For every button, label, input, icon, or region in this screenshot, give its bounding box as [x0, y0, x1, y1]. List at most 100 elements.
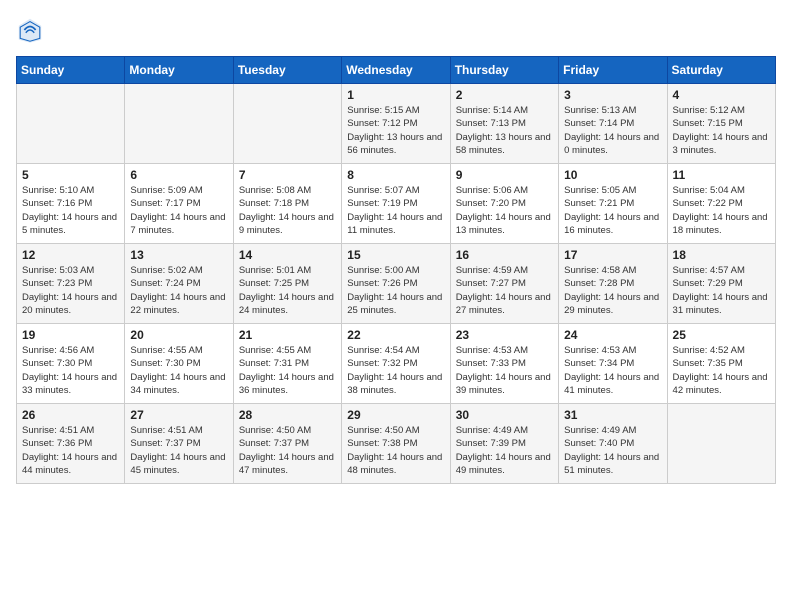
day-number: 1	[347, 88, 444, 102]
day-number: 7	[239, 168, 336, 182]
calendar-cell: 12Sunrise: 5:03 AMSunset: 7:23 PMDayligh…	[17, 244, 125, 324]
calendar-cell: 20Sunrise: 4:55 AMSunset: 7:30 PMDayligh…	[125, 324, 233, 404]
calendar-cell	[17, 84, 125, 164]
cell-info: Sunrise: 5:13 AMSunset: 7:14 PMDaylight:…	[564, 104, 661, 157]
calendar-cell: 4 Sunrise: 5:12 AMSunset: 7:15 PMDaylight…	[667, 84, 775, 164]
day-number: 13	[130, 248, 227, 262]
cell-info: Sunrise: 4:49 AMSunset: 7:40 PMDaylight:…	[564, 424, 661, 477]
calendar-cell: 28 Sunrise: 4:50 AMSunset: 7:37 PMDayligh…	[233, 404, 341, 484]
week-row-1: 1Sunrise: 5:15 AMSunset: 7:12 PMDaylight…	[17, 84, 776, 164]
calendar-cell: 1Sunrise: 5:15 AMSunset: 7:12 PMDaylight…	[342, 84, 450, 164]
day-number: 30	[456, 408, 553, 422]
day-header-monday: Monday	[125, 57, 233, 84]
logo	[16, 16, 48, 44]
calendar-table: SundayMondayTuesdayWednesdayThursdayFrid…	[16, 56, 776, 484]
day-header-friday: Friday	[559, 57, 667, 84]
day-number: 8	[347, 168, 444, 182]
cell-info: Sunrise: 5:03 AMSunset: 7:23 PMDaylight:…	[22, 264, 119, 317]
calendar-cell	[125, 84, 233, 164]
day-number: 28	[239, 408, 336, 422]
logo-icon	[16, 16, 44, 44]
day-header-sunday: Sunday	[17, 57, 125, 84]
cell-info: Sunrise: 4:51 AMSunset: 7:37 PMDaylight:…	[130, 424, 227, 477]
day-number: 18	[673, 248, 770, 262]
cell-info: Sunrise: 5:02 AMSunset: 7:24 PMDaylight:…	[130, 264, 227, 317]
calendar-cell: 2 Sunrise: 5:14 AMSunset: 7:13 PMDaylight…	[450, 84, 558, 164]
calendar-cell: 6 Sunrise: 5:09 AMSunset: 7:17 PMDaylight…	[125, 164, 233, 244]
calendar-cell: 8Sunrise: 5:07 AMSunset: 7:19 PMDaylight…	[342, 164, 450, 244]
cell-info: Sunrise: 5:01 AMSunset: 7:25 PMDaylight:…	[239, 264, 336, 317]
day-number: 2	[456, 88, 553, 102]
cell-info: Sunrise: 4:53 AMSunset: 7:33 PMDaylight:…	[456, 344, 553, 397]
day-number: 6	[130, 168, 227, 182]
calendar-cell: 9 Sunrise: 5:06 AMSunset: 7:20 PMDaylight…	[450, 164, 558, 244]
day-number: 10	[564, 168, 661, 182]
day-number: 5	[22, 168, 119, 182]
cell-info: Sunrise: 4:58 AMSunset: 7:28 PMDaylight:…	[564, 264, 661, 317]
day-number: 3	[564, 88, 661, 102]
day-number: 26	[22, 408, 119, 422]
calendar-cell: 3 Sunrise: 5:13 AMSunset: 7:14 PMDaylight…	[559, 84, 667, 164]
day-number: 4	[673, 88, 770, 102]
calendar-cell: 23Sunrise: 4:53 AMSunset: 7:33 PMDayligh…	[450, 324, 558, 404]
page-header	[16, 16, 776, 44]
calendar-cell	[233, 84, 341, 164]
week-row-2: 5 Sunrise: 5:10 AMSunset: 7:16 PMDaylight…	[17, 164, 776, 244]
cell-info: Sunrise: 4:49 AMSunset: 7:39 PMDaylight:…	[456, 424, 553, 477]
day-header-saturday: Saturday	[667, 57, 775, 84]
cell-info: Sunrise: 4:57 AMSunset: 7:29 PMDaylight:…	[673, 264, 770, 317]
cell-info: Sunrise: 5:04 AMSunset: 7:22 PMDaylight:…	[673, 184, 770, 237]
week-row-4: 19Sunrise: 4:56 AMSunset: 7:30 PMDayligh…	[17, 324, 776, 404]
calendar-cell: 17 Sunrise: 4:58 AMSunset: 7:28 PMDayligh…	[559, 244, 667, 324]
calendar-cell: 18 Sunrise: 4:57 AMSunset: 7:29 PMDayligh…	[667, 244, 775, 324]
header-row: SundayMondayTuesdayWednesdayThursdayFrid…	[17, 57, 776, 84]
day-number: 22	[347, 328, 444, 342]
week-row-5: 26Sunrise: 4:51 AMSunset: 7:36 PMDayligh…	[17, 404, 776, 484]
calendar-cell: 19Sunrise: 4:56 AMSunset: 7:30 PMDayligh…	[17, 324, 125, 404]
day-number: 11	[673, 168, 770, 182]
calendar-cell: 24 Sunrise: 4:53 AMSunset: 7:34 PMDayligh…	[559, 324, 667, 404]
calendar-cell: 14 Sunrise: 5:01 AMSunset: 7:25 PMDayligh…	[233, 244, 341, 324]
cell-info: Sunrise: 5:06 AMSunset: 7:20 PMDaylight:…	[456, 184, 553, 237]
day-number: 25	[673, 328, 770, 342]
calendar-cell: 21 Sunrise: 4:55 AMSunset: 7:31 PMDayligh…	[233, 324, 341, 404]
day-number: 24	[564, 328, 661, 342]
cell-info: Sunrise: 5:10 AMSunset: 7:16 PMDaylight:…	[22, 184, 119, 237]
calendar-cell: 31 Sunrise: 4:49 AMSunset: 7:40 PMDayligh…	[559, 404, 667, 484]
day-number: 19	[22, 328, 119, 342]
day-header-thursday: Thursday	[450, 57, 558, 84]
day-number: 14	[239, 248, 336, 262]
day-number: 15	[347, 248, 444, 262]
cell-info: Sunrise: 5:09 AMSunset: 7:17 PMDaylight:…	[130, 184, 227, 237]
calendar-cell: 7 Sunrise: 5:08 AMSunset: 7:18 PMDaylight…	[233, 164, 341, 244]
cell-info: Sunrise: 4:59 AMSunset: 7:27 PMDaylight:…	[456, 264, 553, 317]
cell-info: Sunrise: 5:00 AMSunset: 7:26 PMDaylight:…	[347, 264, 444, 317]
day-number: 9	[456, 168, 553, 182]
calendar-body: 1Sunrise: 5:15 AMSunset: 7:12 PMDaylight…	[17, 84, 776, 484]
day-number: 21	[239, 328, 336, 342]
day-number: 29	[347, 408, 444, 422]
day-number: 17	[564, 248, 661, 262]
cell-info: Sunrise: 4:52 AMSunset: 7:35 PMDaylight:…	[673, 344, 770, 397]
calendar-cell: 10Sunrise: 5:05 AMSunset: 7:21 PMDayligh…	[559, 164, 667, 244]
cell-info: Sunrise: 4:55 AMSunset: 7:30 PMDaylight:…	[130, 344, 227, 397]
cell-info: Sunrise: 4:55 AMSunset: 7:31 PMDaylight:…	[239, 344, 336, 397]
calendar-cell: 15 Sunrise: 5:00 AMSunset: 7:26 PMDayligh…	[342, 244, 450, 324]
calendar-cell: 27 Sunrise: 4:51 AMSunset: 7:37 PMDayligh…	[125, 404, 233, 484]
day-header-wednesday: Wednesday	[342, 57, 450, 84]
cell-info: Sunrise: 4:50 AMSunset: 7:38 PMDaylight:…	[347, 424, 444, 477]
cell-info: Sunrise: 4:54 AMSunset: 7:32 PMDaylight:…	[347, 344, 444, 397]
calendar-cell: 16Sunrise: 4:59 AMSunset: 7:27 PMDayligh…	[450, 244, 558, 324]
calendar-cell: 5 Sunrise: 5:10 AMSunset: 7:16 PMDaylight…	[17, 164, 125, 244]
cell-info: Sunrise: 5:08 AMSunset: 7:18 PMDaylight:…	[239, 184, 336, 237]
cell-info: Sunrise: 4:50 AMSunset: 7:37 PMDaylight:…	[239, 424, 336, 477]
day-number: 27	[130, 408, 227, 422]
calendar-cell: 30 Sunrise: 4:49 AMSunset: 7:39 PMDayligh…	[450, 404, 558, 484]
cell-info: Sunrise: 5:14 AMSunset: 7:13 PMDaylight:…	[456, 104, 553, 157]
calendar-cell	[667, 404, 775, 484]
day-number: 31	[564, 408, 661, 422]
calendar-cell: 29 Sunrise: 4:50 AMSunset: 7:38 PMDayligh…	[342, 404, 450, 484]
week-row-3: 12Sunrise: 5:03 AMSunset: 7:23 PMDayligh…	[17, 244, 776, 324]
cell-info: Sunrise: 5:12 AMSunset: 7:15 PMDaylight:…	[673, 104, 770, 157]
cell-info: Sunrise: 4:53 AMSunset: 7:34 PMDaylight:…	[564, 344, 661, 397]
